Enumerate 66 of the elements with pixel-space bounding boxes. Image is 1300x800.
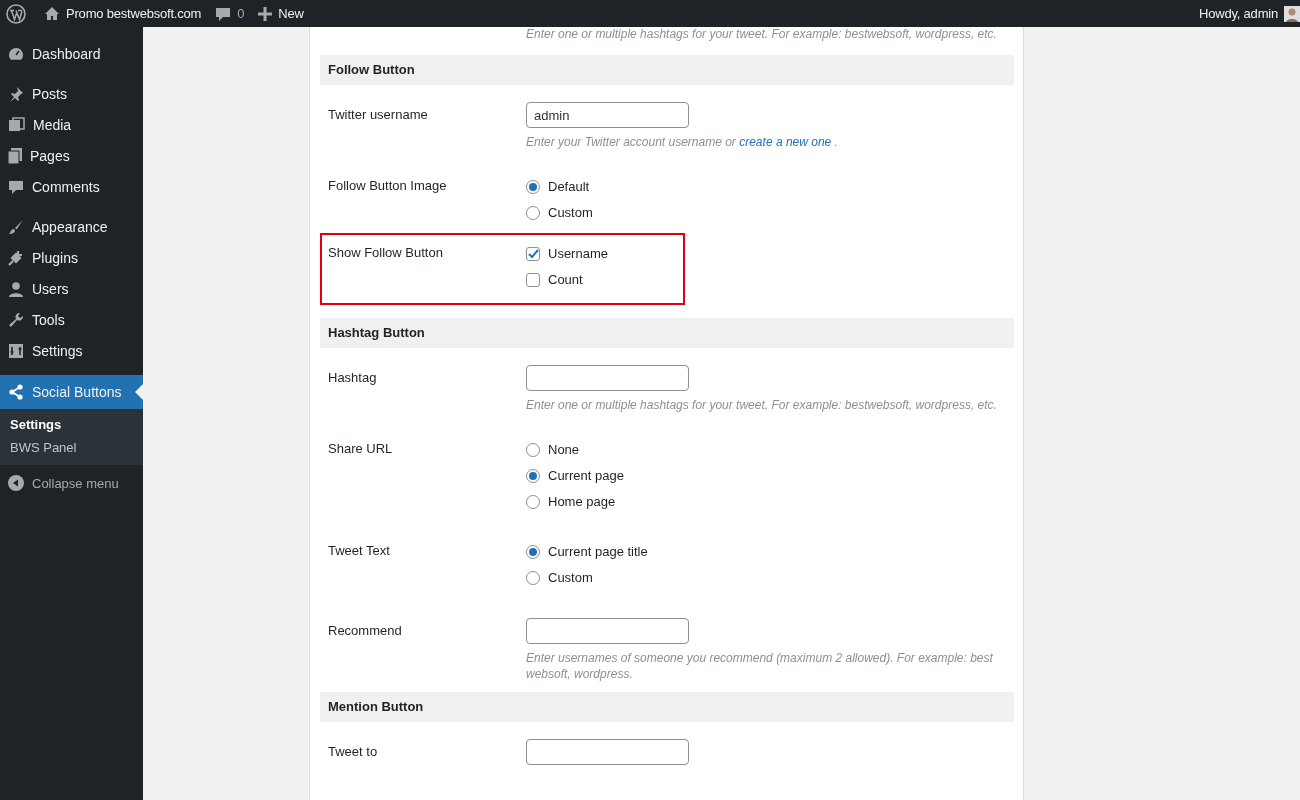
submenu-item[interactable]: Settings [0, 413, 143, 436]
site-name-link[interactable]: Promo bestwebsoft.com [66, 6, 202, 21]
field-label: Recommend [328, 622, 403, 640]
comment-icon [8, 178, 24, 195]
field-label: Hashtag [328, 369, 378, 387]
plug-icon [8, 249, 24, 266]
text-field[interactable] [526, 739, 689, 765]
share-icon [8, 384, 24, 400]
user-icon [8, 280, 24, 297]
settings-icon [8, 342, 24, 359]
avatar-icon[interactable] [1284, 5, 1300, 22]
checkbox[interactable] [526, 273, 540, 287]
field-label: Tweet to [328, 743, 379, 761]
field-description: Enter usernames of someone you recommend (maximum 2 allowed). For example: bestwebsoft, wordpress. [526, 650, 994, 682]
menu-item[interactable]: Comments [0, 171, 143, 202]
section-heading: Follow Button [320, 55, 1014, 85]
gauge-icon [8, 45, 24, 62]
pages-icon [8, 147, 22, 164]
submenu-item[interactable]: BWS Panel [0, 436, 143, 459]
section-heading: Hashtag Button [320, 318, 1014, 348]
text-field[interactable] [526, 618, 689, 644]
radio-label[interactable]: Home page [548, 494, 616, 510]
menu-item[interactable]: Media [0, 109, 143, 140]
field-label: Tweet Text [328, 542, 391, 560]
plus-icon [258, 6, 273, 21]
radio-label[interactable]: None [548, 442, 580, 458]
menu-item[interactable]: Appearance [0, 211, 143, 242]
field-label: Follow Button Image [328, 177, 448, 195]
wrench-icon [8, 311, 24, 328]
collapse-menu-link[interactable]: Collapse menu [32, 475, 119, 491]
menu-item[interactable]: Posts [0, 78, 143, 109]
text-field[interactable]: admin [526, 102, 689, 128]
pin-icon [8, 85, 24, 102]
checkbox[interactable] [526, 247, 540, 261]
radio-label[interactable]: Custom [548, 570, 593, 586]
field-label: Share URL [328, 440, 394, 458]
menu-item[interactable]: Users [0, 273, 143, 304]
text-field[interactable] [526, 365, 689, 391]
media-icon [8, 116, 25, 133]
field-label: Show Follow Button [328, 244, 444, 262]
comment-icon [215, 5, 232, 22]
menu-item[interactable]: Dashboard [0, 38, 143, 69]
radio-label[interactable]: Default [548, 179, 590, 195]
greeting-link[interactable]: Howdy, admin [1199, 6, 1278, 21]
collapse-icon[interactable] [8, 475, 24, 491]
radio-label[interactable]: Current page [548, 468, 624, 484]
radio-label[interactable]: Custom [548, 205, 593, 221]
menu-item[interactable]: Settings [0, 335, 143, 366]
menu-item[interactable]: Social Buttons [0, 375, 143, 409]
menu-item[interactable]: Plugins [0, 242, 143, 273]
checkbox-label[interactable]: Username [548, 246, 608, 262]
wordpress-logo-icon[interactable] [6, 3, 26, 24]
checkbox-label[interactable]: Count [548, 272, 583, 288]
radio-label[interactable]: Current page title [548, 544, 648, 560]
home-icon [44, 6, 60, 21]
field-label: Twitter username [328, 106, 429, 124]
create-account-link[interactable]: create a new one [739, 135, 832, 149]
field-description: Enter your Twitter account username or create a new one . [526, 134, 839, 150]
new-link[interactable]: New [278, 6, 304, 21]
menu-item[interactable]: Tools [0, 304, 143, 335]
menu-item[interactable]: Pages [0, 140, 143, 171]
field-description: Enter one or multiple hashtags for your tweet. For example: bestwebsoft, wordpress, etc. [526, 27, 998, 42]
checkmark-icon [527, 249, 539, 259]
section-heading: Mention Button [320, 692, 1014, 722]
comment-count[interactable]: 0 [237, 6, 245, 21]
field-description: Enter one or multiple hashtags for your tweet. For example: bestwebsoft, wordpress, etc. [526, 397, 998, 413]
